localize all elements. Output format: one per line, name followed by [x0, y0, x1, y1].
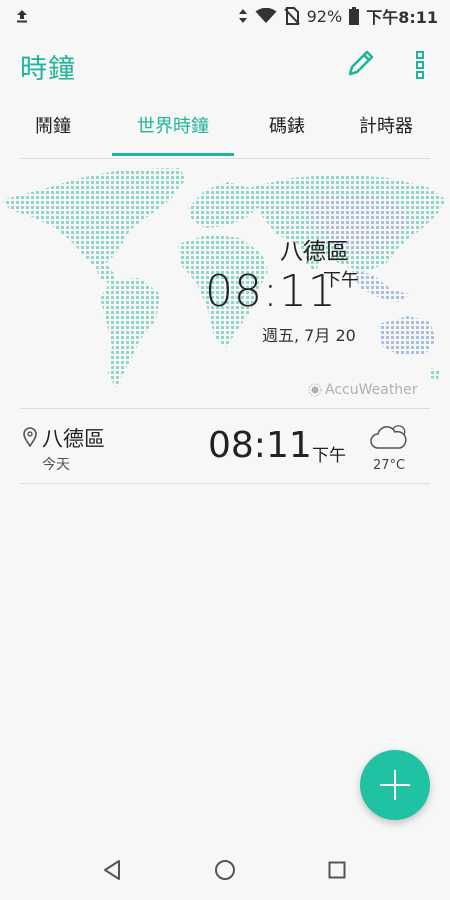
edit-button[interactable] — [344, 46, 378, 80]
map-ampm: 下午 — [323, 270, 359, 291]
map-date: 週五, 7月 20 — [262, 326, 356, 345]
location-pin-icon — [23, 427, 37, 447]
tab-stopwatch[interactable]: 碼錶 — [252, 98, 322, 156]
app-title: 時鐘 — [20, 54, 76, 85]
tab-timer[interactable]: 計時器 — [342, 98, 430, 156]
accuweather-logo[interactable]: AccuWeather — [308, 382, 418, 398]
add-city-button[interactable] — [360, 750, 430, 820]
battery-icon — [349, 7, 360, 25]
tab-bar: 鬧鐘 世界時鐘 碼錶 計時器 — [20, 98, 430, 159]
city-temperature: 27°C — [373, 458, 406, 473]
cloud-icon — [370, 425, 407, 449]
map-time: 08:11 — [205, 266, 337, 317]
battery-percent: 92% — [306, 6, 343, 26]
more-vert-icon — [416, 51, 424, 79]
wifi-icon — [255, 8, 277, 23]
app-bar: 時鐘 — [0, 32, 450, 96]
upload-icon — [17, 10, 27, 23]
status-bar: 92% 下午8:11 — [0, 0, 450, 32]
city-ampm: 下午 — [312, 446, 346, 466]
city-day: 今天 — [42, 457, 70, 473]
back-icon[interactable] — [102, 859, 122, 881]
world-map: 八德區 08:11 下午 週五, 7月 20 AccuWeather — [0, 160, 450, 408]
recent-apps-icon[interactable] — [328, 861, 346, 879]
pencil-icon — [348, 50, 374, 76]
status-time: 下午8:11 — [366, 8, 438, 27]
navigation-bar — [0, 840, 450, 900]
city-name: 八德區 — [42, 427, 105, 451]
tab-world-clock[interactable]: 世界時鐘 — [112, 98, 234, 156]
more-options-button[interactable] — [408, 48, 432, 82]
city-list-item[interactable]: 八德區 今天 08:11 下午 27°C — [20, 408, 430, 484]
map-city-name: 八德區 — [280, 239, 349, 265]
data-arrows-icon — [238, 9, 247, 23]
city-time: 08:11 — [208, 425, 312, 466]
no-sim-icon — [283, 7, 300, 25]
accuweather-label: AccuWeather — [325, 382, 418, 398]
sun-icon — [308, 383, 322, 397]
tab-indicator — [112, 153, 234, 156]
tab-alarm[interactable]: 鬧鐘 — [20, 98, 86, 156]
home-icon[interactable] — [214, 859, 236, 881]
